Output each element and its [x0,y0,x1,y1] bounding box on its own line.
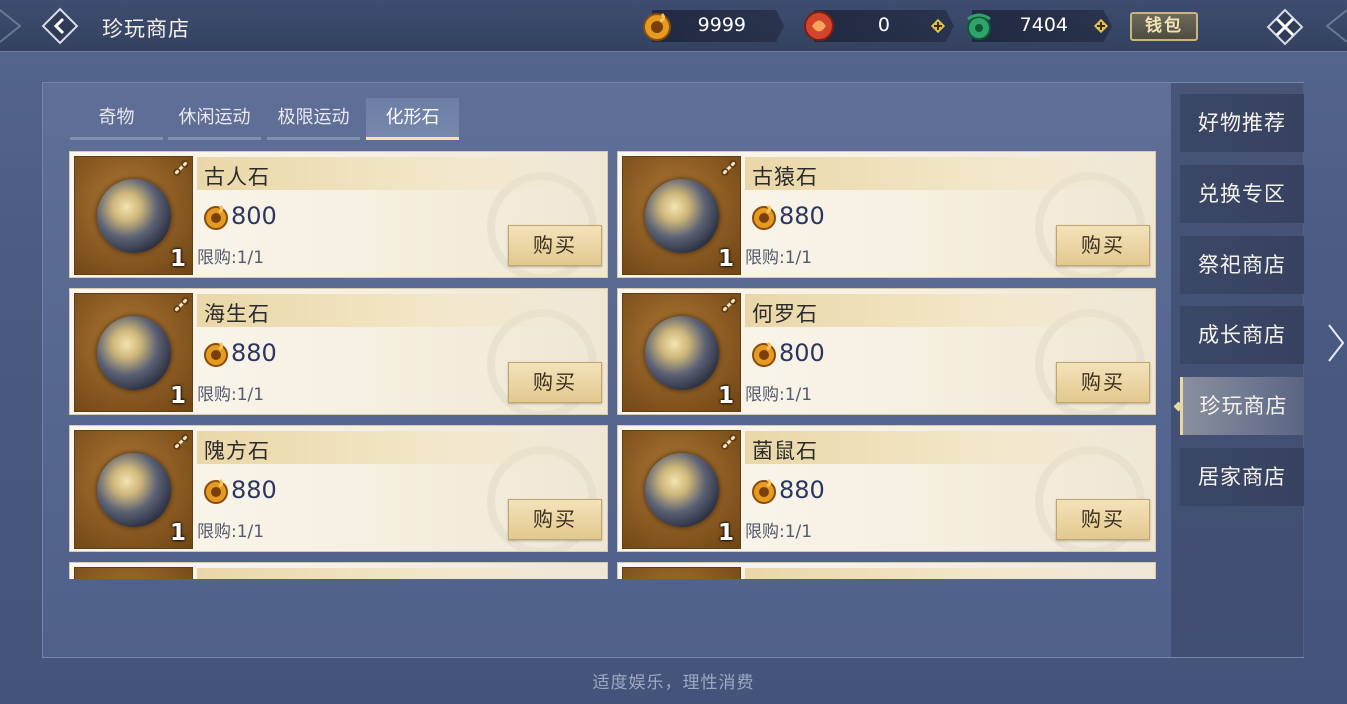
nav-exchange[interactable]: 兑换专区 [1180,165,1304,223]
stone-orb-icon [97,316,171,390]
footer-notice: 适度娱乐，理性消费 [592,673,755,693]
item-price: 880 [779,476,825,504]
jade-dragon-icon [967,13,991,40]
item-thumbnail: 1 [74,156,193,275]
item-thumbnail: 1 [622,430,741,549]
item-card[interactable]: 1 海生石 880 限购:1/1 购买 [69,288,608,415]
item-name: 菌鼠石 [752,439,818,463]
item-quantity: 1 [717,383,734,409]
buy-button[interactable]: 购买 [1056,499,1150,540]
nav-home-shop[interactable]: 居家商店 [1180,448,1304,506]
corner-ornament-icon [0,9,22,43]
item-quantity: 1 [717,520,734,546]
back-button[interactable] [40,6,80,46]
item-price: 880 [231,339,277,367]
stone-orb-icon [645,316,719,390]
wallet-button[interactable]: 钱包 [1130,12,1198,41]
stone-orb-icon [645,179,719,253]
nav-treasure-shop[interactable]: 珍玩商店 [1180,377,1304,435]
purchase-limit: 限购:1/1 [197,385,265,405]
item-thumbnail: 1 [622,156,741,275]
buy-button[interactable]: 购买 [508,499,602,540]
top-bar: 珍玩商店 9999 0 7404 钱包 [0,0,1347,52]
item-thumbnail: 1 [74,293,193,412]
back-arrow-icon [41,7,79,45]
add-red-token-icon[interactable] [929,17,947,35]
red-token-icon [804,11,834,41]
item-card-partial[interactable] [617,562,1156,579]
item-name: 古猿石 [752,165,818,189]
item-thumbnail [622,567,741,579]
item-price: 800 [779,339,825,367]
item-quantity: 1 [169,383,186,409]
corner-ornament-icon [1325,9,1347,43]
item-name: 何罗石 [752,302,818,326]
nav-recommended[interactable]: 好物推荐 [1180,94,1304,152]
buy-button[interactable]: 购买 [508,362,602,403]
item-thumbnail: 1 [74,430,193,549]
item-name: 隗方石 [204,439,270,463]
close-button[interactable] [1262,4,1308,50]
item-card-partial[interactable] [69,562,608,579]
add-jade-icon[interactable] [1092,17,1110,35]
tab-leisure-sports[interactable]: 休闲运动 [168,98,261,140]
purchase-limit: 限购:1/1 [197,522,265,542]
close-icon [1266,8,1304,46]
link-icon [721,160,737,176]
item-name: 海生石 [204,302,270,326]
item-price: 880 [779,202,825,230]
item-quantity: 1 [169,246,186,272]
chevron-right-icon[interactable] [1325,322,1347,364]
tab-qiwu[interactable]: 奇物 [70,98,163,140]
red-token-value: 0 [877,14,890,36]
buy-button[interactable]: 购买 [1056,362,1150,403]
item-price: 800 [231,202,277,230]
jade-value: 7404 [1019,14,1068,36]
purchase-limit: 限购:1/1 [197,248,265,268]
buy-button[interactable]: 购买 [1056,225,1150,266]
gold-coin-icon [752,204,776,230]
item-price: 880 [231,476,277,504]
gold-coin-icon [752,341,776,367]
item-card[interactable]: 1 菌鼠石 880 限购:1/1 购买 [617,425,1156,552]
nav-sacrifice-shop[interactable]: 祭祀商店 [1180,236,1304,294]
stone-orb-icon [97,179,171,253]
gold-coin-icon [204,204,228,230]
item-name: 古人石 [204,165,270,189]
gold-coin-icon [643,13,671,41]
purchase-limit: 限购:1/1 [745,522,813,542]
item-quantity: 1 [169,520,186,546]
item-thumbnail: 1 [622,293,741,412]
item-card[interactable]: 1 古人石 800 限购:1/1 购买 [69,151,608,278]
stone-orb-icon [645,453,719,527]
item-card[interactable]: 1 隗方石 880 限购:1/1 购买 [69,425,608,552]
link-icon [721,434,737,450]
item-quantity: 1 [717,246,734,272]
gold-value: 9999 [697,14,746,36]
link-icon [721,297,737,313]
link-icon [173,434,189,450]
nav-growth-shop[interactable]: 成长商店 [1180,306,1304,364]
item-card[interactable]: 1 何罗石 800 限购:1/1 购买 [617,288,1156,415]
page-title: 珍玩商店 [102,17,190,41]
link-icon [173,297,189,313]
buy-button[interactable]: 购买 [508,225,602,266]
purchase-limit: 限购:1/1 [745,385,813,405]
name-bar [745,568,1125,579]
stone-orb-icon [97,453,171,527]
item-grid[interactable]: 1 古人石 800 限购:1/1 购买 1 古猿石 880 限购:1/1 购买 … [69,151,1157,579]
link-icon [173,160,189,176]
gold-coin-icon [752,478,776,504]
item-card[interactable]: 1 古猿石 880 限购:1/1 购买 [617,151,1156,278]
tab-extreme-sports[interactable]: 极限运动 [267,98,360,140]
gold-coin-icon [204,478,228,504]
purchase-limit: 限购:1/1 [745,248,813,268]
gold-coin-icon [204,341,228,367]
name-bar [197,568,577,579]
tab-transform-stone[interactable]: 化形石 [366,98,459,140]
item-thumbnail [74,567,193,579]
